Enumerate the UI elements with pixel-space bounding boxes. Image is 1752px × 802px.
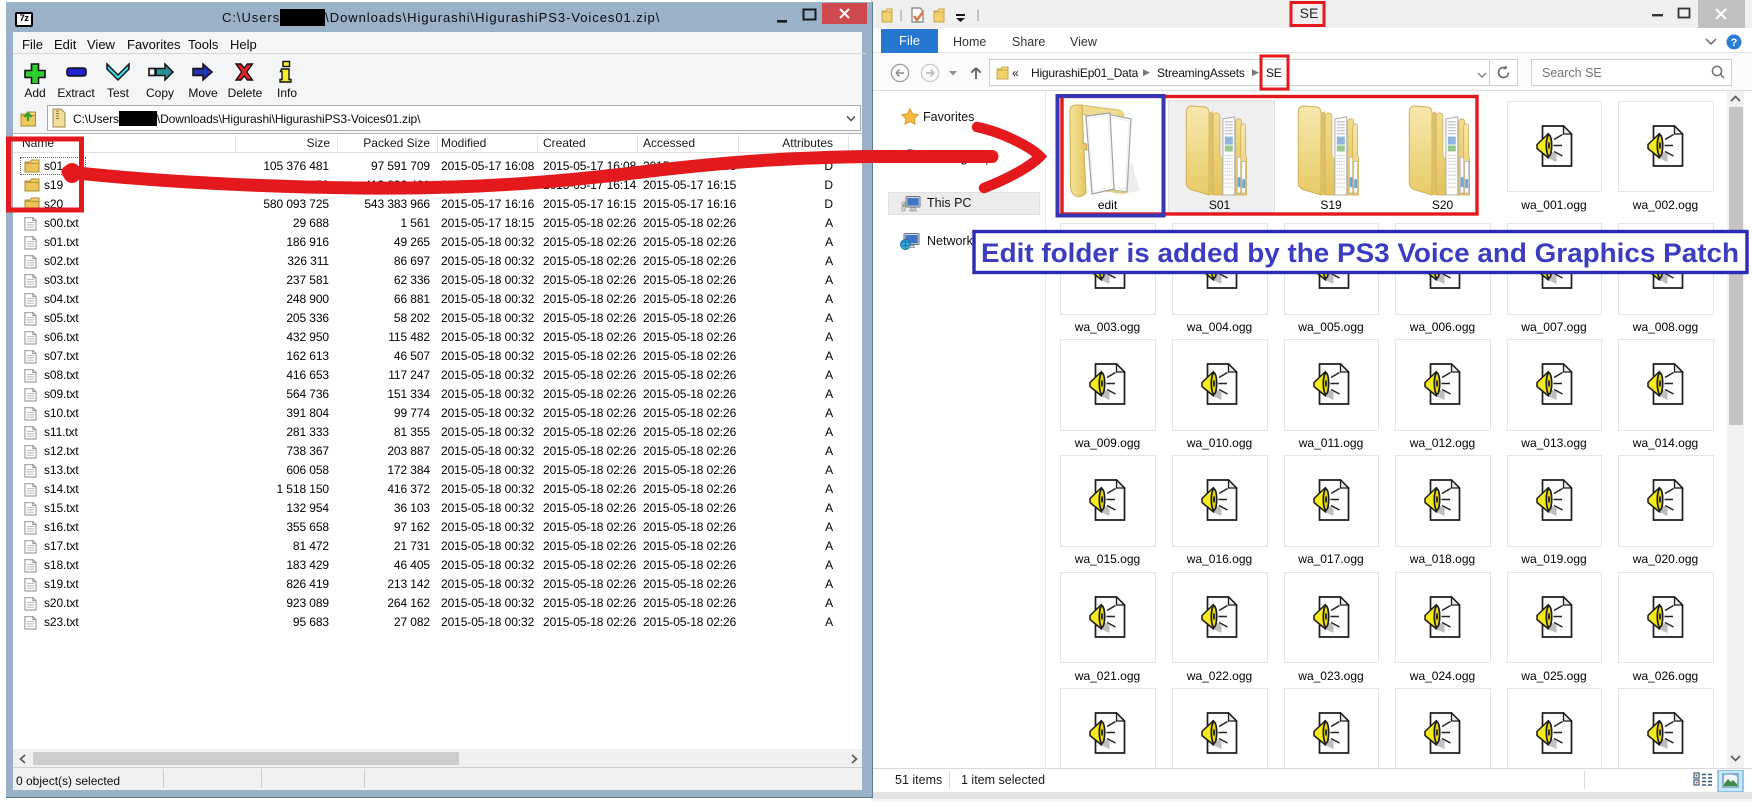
svg-text:?: ? [1731,37,1738,49]
